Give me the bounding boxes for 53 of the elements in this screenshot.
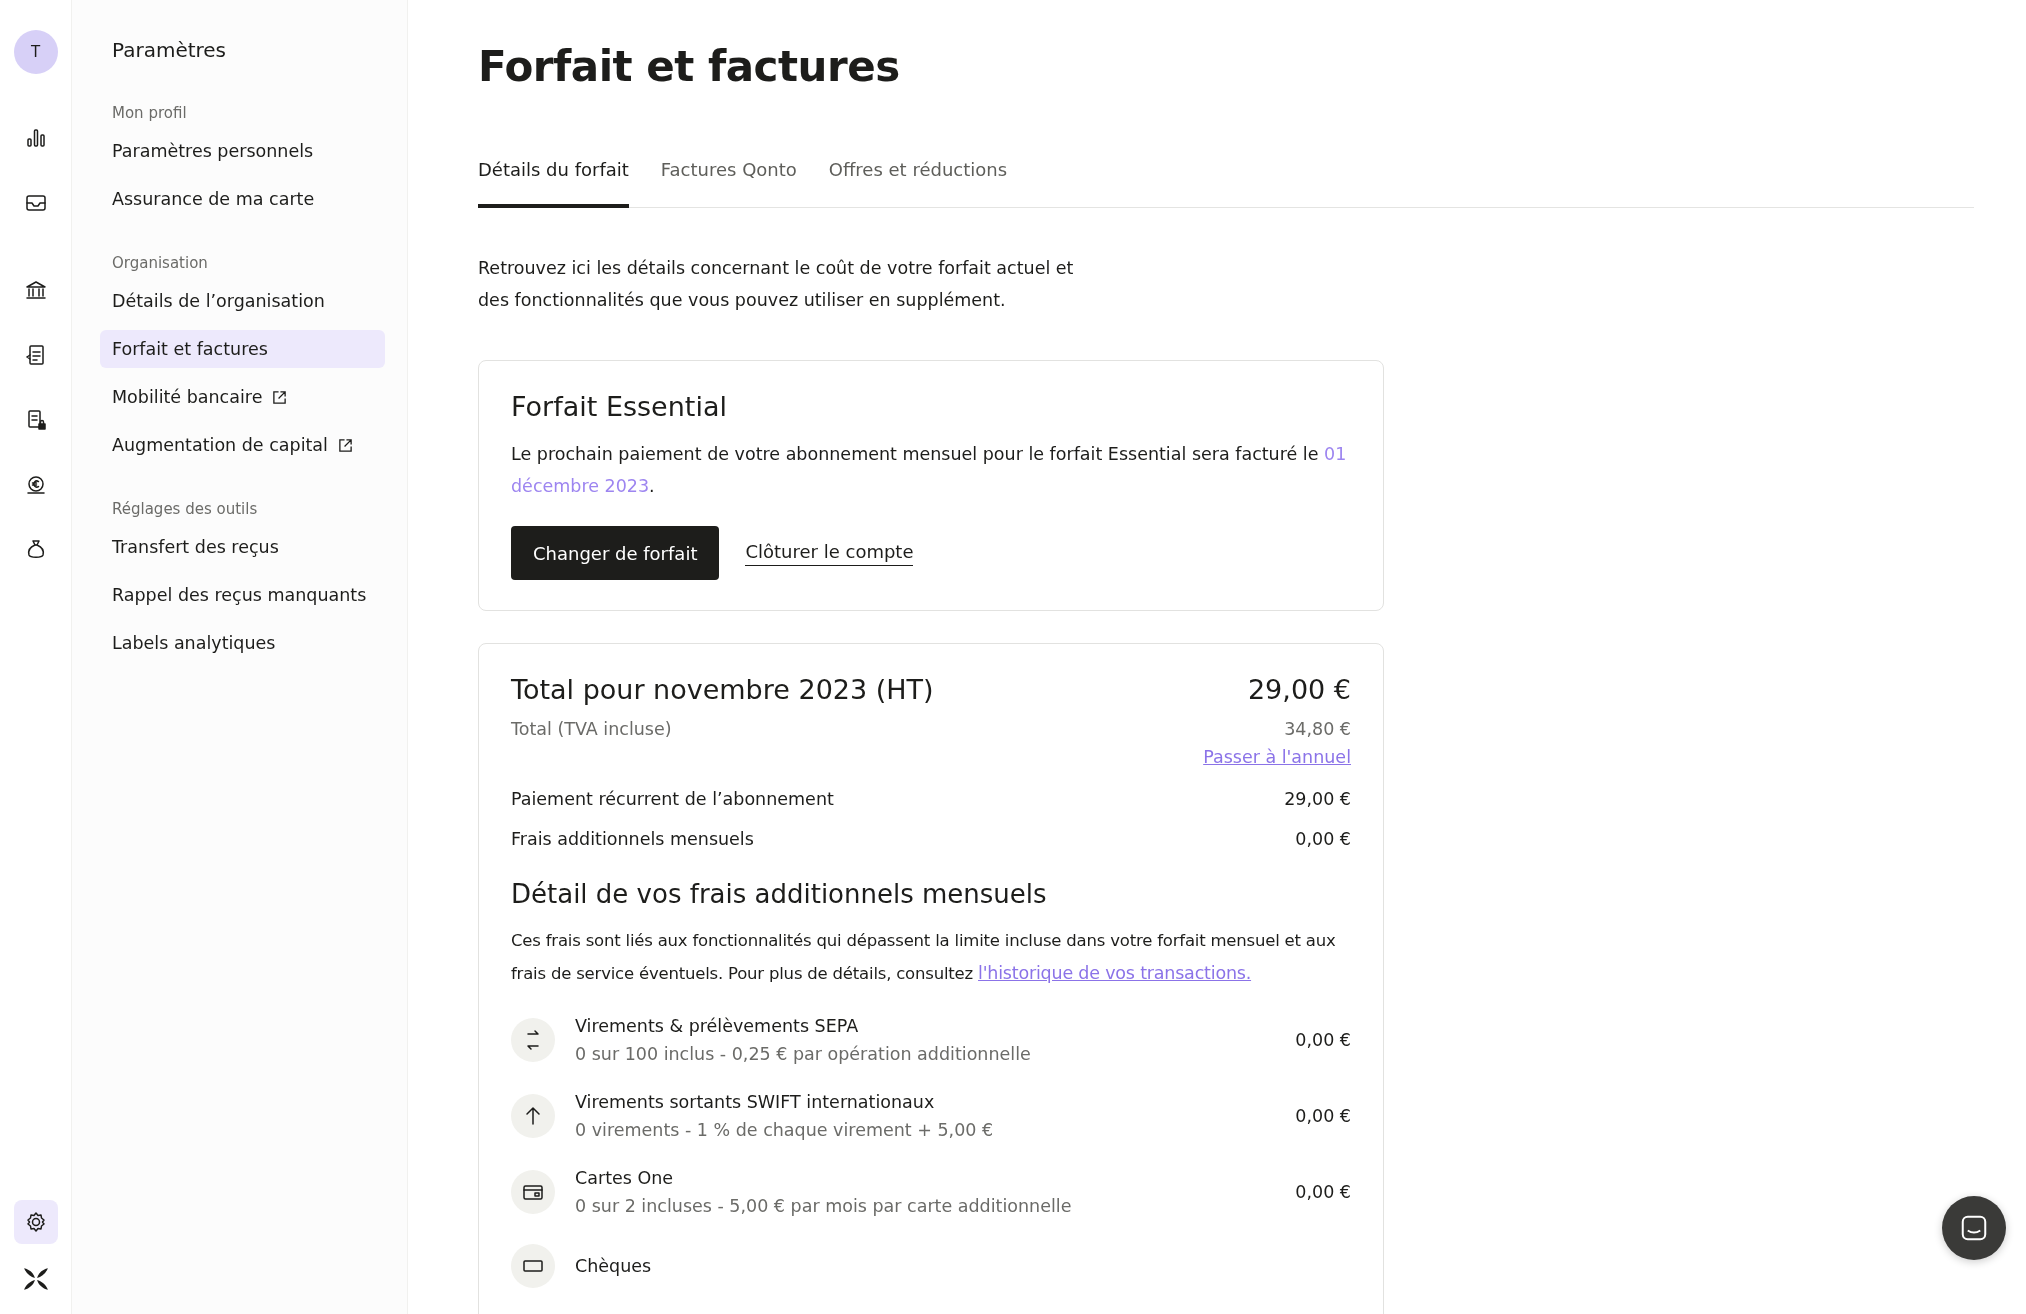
plan-description: Le prochain paiement de votre abonnement mensuel pour le forfait Essential sera facturé le 01 décembre 2023.: [511, 443, 1348, 498]
fee-title: Virements & prélèvements SEPA: [575, 1016, 860, 1036]
sidebar-item[interactable]: Paramètres personnels: [100, 132, 385, 170]
sidebar-item[interactable]: Transfert des reçus: [100, 528, 385, 566]
detail-text: Ces frais sont liés aux fonctionnalités qui dépassent la limite incluse dans votre forfait mensuel et aux frais de service éventuels. Pour plus de détails, consultez l'historique de vos transactions.: [511, 930, 1337, 985]
total-amount: 29,00 €: [1247, 674, 1351, 705]
tab[interactable]: Détails du forfait: [478, 159, 629, 208]
section-heading: Organisation: [112, 254, 209, 272]
transfer-icon: [511, 1018, 555, 1062]
plan-title: Forfait Essential: [511, 391, 728, 422]
transactions-link[interactable]: l'historique de vos transactions.: [978, 963, 1252, 983]
sidebar-item[interactable]: Assurance de ma carte: [100, 180, 385, 218]
sidebar-title: Paramètres: [112, 38, 228, 62]
fee-subtitle: 0 virements - 1 % de chaque virement + 5,00 €: [575, 1120, 995, 1140]
sidebar-item[interactable]: Labels analytiques: [100, 624, 385, 662]
fee-subtitle: 0 sur 100 inclus - 0,25 € par opération additionnelle: [575, 1044, 1032, 1064]
logo-icon[interactable]: [22, 1266, 49, 1292]
chat-button[interactable]: [1942, 1196, 2006, 1260]
settings-icon[interactable]: [13, 1200, 58, 1244]
sidebar-item[interactable]: Mobilité bancaire: [100, 378, 385, 416]
external-link-icon: [272, 389, 288, 405]
fee-title: Virements sortants SWIFT internationaux: [575, 1092, 936, 1112]
change-plan-button[interactable]: Changer de forfait: [511, 526, 720, 580]
sidebar-item[interactable]: Rappel des reçus manquants: [100, 576, 385, 614]
page-title: Forfait et factures: [478, 42, 901, 91]
close-account-link[interactable]: Clôturer le compte: [745, 540, 914, 566]
annual-link[interactable]: Passer à l'annuel: [1203, 747, 1351, 767]
sidebar-item[interactable]: Forfait et factures: [100, 330, 385, 368]
tva-amount: 34,80 €: [1284, 719, 1351, 739]
tva-label: Total (TVA incluse): [511, 719, 672, 739]
fee-amount: 0,00 €: [1295, 1106, 1351, 1126]
tab[interactable]: Offres et réductions: [828, 159, 1008, 208]
user-avatar[interactable]: T: [13, 30, 58, 74]
detail-title: Détail de vos frais additionnels mensuels: [511, 879, 1048, 909]
total-title: Total pour novembre 2023 (HT): [511, 674, 934, 705]
fee-title: Chèques: [575, 1256, 653, 1276]
intro-text: Retrouvez ici les détails concernant le coût de votre forfait actuel et des fonctionnalités que vous pouvez utiliser en supplément.: [478, 257, 1075, 312]
line-label: Frais additionnels mensuels: [511, 829, 754, 849]
sidebar-item[interactable]: Détails de l’organisation: [100, 282, 385, 320]
external-link-icon: [337, 437, 353, 453]
fee-amount: 0,00 €: [1295, 1182, 1351, 1202]
tab[interactable]: Factures Qonto: [660, 159, 797, 208]
fee-amount: 0,00 €: [1295, 1030, 1351, 1050]
section-heading: Mon profil: [112, 104, 188, 122]
card-icon: [511, 1170, 555, 1214]
line-amount: 0,00 €: [1295, 829, 1351, 849]
section-heading: Réglages des outils: [112, 500, 259, 518]
line-label: Paiement récurrent de l’abonnement: [511, 789, 834, 809]
fee-subtitle: 0 sur 2 incluses - 5,00 € par mois par carte additionnelle: [575, 1196, 1073, 1216]
line-amount: 29,00 €: [1284, 789, 1351, 809]
chat-icon: [1959, 1213, 1989, 1243]
fee-title: Cartes One: [575, 1168, 675, 1188]
sidebar-item[interactable]: Augmentation de capital: [100, 426, 385, 464]
